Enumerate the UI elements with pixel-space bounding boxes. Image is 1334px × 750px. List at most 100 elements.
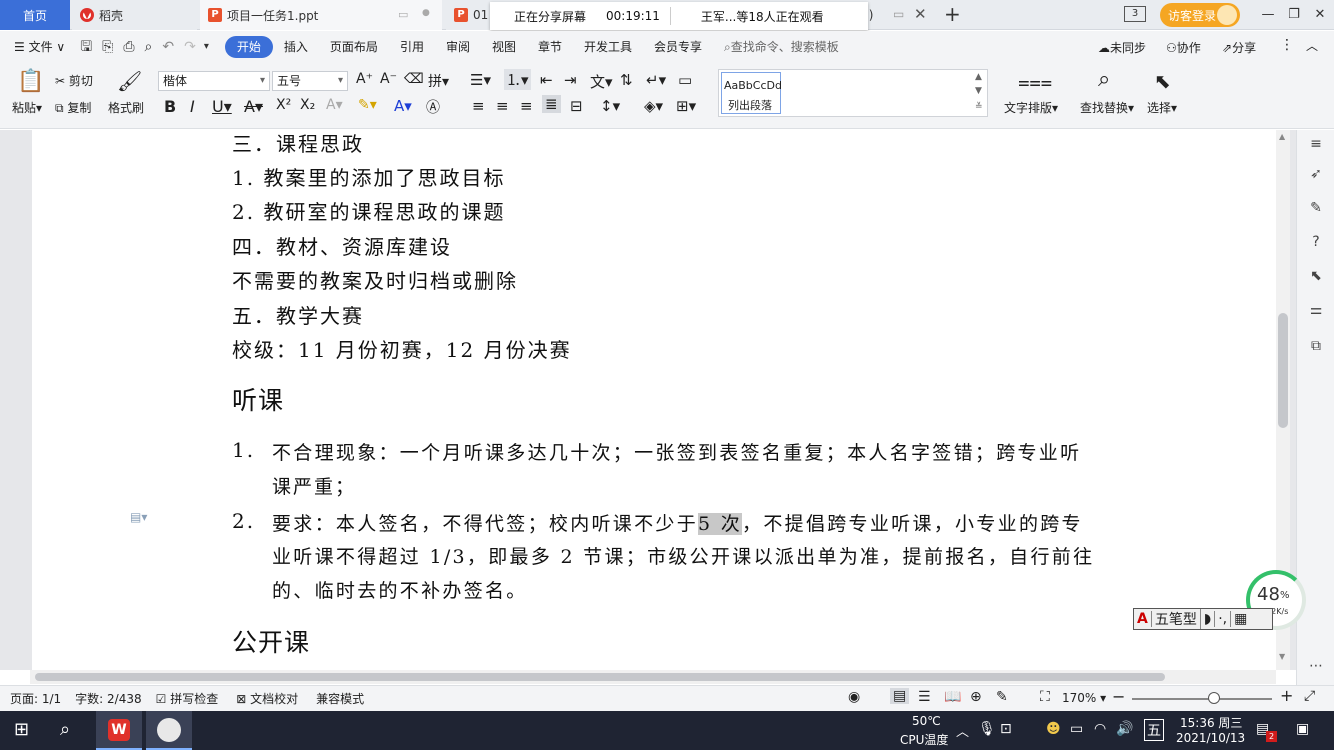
distribute-icon[interactable]: ⊟	[570, 97, 583, 115]
share-button[interactable]: ⇗分享	[1222, 39, 1256, 56]
line-spacing-icon[interactable]: ↕▾	[600, 97, 620, 115]
zoom-in-icon[interactable]: +	[1280, 686, 1293, 705]
tab-section[interactable]: 章节	[527, 36, 573, 58]
font-color-icon[interactable]: A▾	[394, 97, 412, 115]
cursor-icon[interactable]: ⬉	[1307, 268, 1325, 286]
vertical-scroll-thumb[interactable]	[1278, 313, 1288, 428]
more-icon[interactable]: ⋮	[1280, 37, 1294, 53]
font-family-select[interactable]: 楷体	[158, 71, 270, 91]
taskbar-ime-indicator[interactable]: 五	[1144, 719, 1164, 741]
scroll-up-icon[interactable]: ▲	[1279, 132, 1285, 141]
page-view-icon[interactable]: ▤	[890, 688, 910, 704]
increase-indent-icon[interactable]: ⇥	[564, 71, 577, 89]
collapse-ribbon-icon[interactable]: ︿	[1306, 37, 1318, 54]
shrink-font-icon[interactable]: A⁻	[380, 71, 397, 87]
tab-review[interactable]: 审阅	[435, 36, 481, 58]
tab-home[interactable]: 首页	[0, 0, 70, 30]
pin-icon[interactable]: ▭	[893, 7, 904, 21]
tab-member[interactable]: 会员专享	[643, 36, 713, 58]
pen-icon[interactable]: ✎	[1307, 200, 1325, 218]
align-left-icon[interactable]: ≡	[472, 97, 485, 115]
borders-icon[interactable]: ⊞▾	[676, 97, 696, 115]
find-icon[interactable]: ⌕	[1098, 67, 1110, 92]
spell-check-button[interactable]: ☑ 拼写检查	[156, 690, 219, 707]
wifi-icon[interactable]: ◠	[1094, 721, 1106, 737]
minimize-icon[interactable]: —	[1256, 4, 1280, 26]
word-count[interactable]: 字数: 2/438	[75, 690, 141, 707]
table-icon[interactable]: ▭	[678, 71, 692, 89]
text-layout-icon[interactable]: ⩶	[1018, 69, 1052, 93]
scroll-down-icon[interactable]: ▼	[1279, 652, 1285, 661]
cut-button[interactable]: ✂ 剪切	[55, 72, 93, 89]
file-menu[interactable]: ☰ 文件 ∨	[0, 36, 76, 58]
moon-icon[interactable]: ◗	[1201, 611, 1216, 627]
style-gallery[interactable]: AaBbCcDd 列出段落 ▲ ▼ ≚	[718, 69, 988, 117]
reading-view-icon[interactable]: 📖	[944, 689, 961, 705]
char-border-icon[interactable]: Ⓐ	[426, 97, 440, 117]
command-search[interactable]: ⌕查找命令、搜索模板	[713, 36, 850, 58]
window-count-icon[interactable]: 3	[1124, 6, 1146, 22]
more-options-icon[interactable]: ⋯	[1307, 658, 1325, 676]
show-marks-icon[interactable]: ↵▾	[646, 71, 666, 89]
font-size-select[interactable]: 五号	[272, 71, 348, 91]
tab-page-layout[interactable]: 页面布局	[319, 36, 389, 58]
text-layout-button[interactable]: 文字排版▾	[1004, 99, 1058, 116]
select-button[interactable]: 选择▾	[1147, 99, 1177, 116]
bold-icon[interactable]: B	[164, 97, 176, 116]
undo-icon[interactable]: ↶	[162, 38, 174, 56]
new-tab-icon[interactable]: +	[944, 2, 961, 26]
tab-developer[interactable]: 开发工具	[573, 36, 643, 58]
image-icon[interactable]: ⧉	[1307, 338, 1325, 356]
document-page[interactable]: 三．课程思政 1. 教案里的添加了思政目标 2. 教研室的课程思政的课题 四．教…	[32, 130, 1290, 670]
fullscreen-icon[interactable]: ⤢	[1304, 688, 1315, 704]
wps-taskbar-app[interactable]: W	[96, 711, 142, 750]
eye-icon[interactable]: ◉	[848, 689, 860, 705]
close-tab-icon[interactable]: ✕	[914, 5, 927, 23]
format-painter-icon[interactable]: 🖌	[117, 69, 142, 93]
style-more-icon[interactable]: ≚	[975, 102, 983, 112]
numbered-list-icon[interactable]: ⒈▾	[504, 69, 531, 90]
help-icon[interactable]: ?	[1307, 234, 1325, 252]
decrease-indent-icon[interactable]: ⇤	[540, 71, 553, 89]
collab-button[interactable]: ⚇协作	[1166, 39, 1201, 56]
text-effect-icon[interactable]: A▾	[326, 97, 343, 113]
tab-document[interactable]: P 项目一任务1.ppt ▭ ●	[200, 0, 442, 30]
tab-reference[interactable]: 引用	[389, 36, 435, 58]
battery-icon[interactable]: ▭	[1070, 721, 1083, 737]
proofread-button[interactable]: ⊠ 文档校对	[236, 690, 298, 707]
highlight-icon[interactable]: ✎▾	[358, 97, 377, 113]
meeting-taskbar-app[interactable]	[146, 711, 192, 750]
redo-icon[interactable]: ↷	[184, 38, 196, 56]
tab-view[interactable]: 视图	[481, 36, 527, 58]
microphone-icon[interactable]: 🎙	[978, 721, 996, 737]
justify-icon[interactable]: ≣	[542, 95, 561, 113]
style-list-paragraph[interactable]: AaBbCcDd 列出段落	[721, 72, 782, 114]
outline-view-icon[interactable]: ☰	[918, 689, 931, 705]
zoom-select[interactable]: 170% ▾	[1062, 691, 1106, 705]
find-replace-button[interactable]: 查找替换▾	[1080, 99, 1134, 116]
volume-icon[interactable]: 🔊	[1116, 721, 1133, 737]
page-indicator[interactable]: 页面: 1/1	[10, 690, 61, 707]
style-scroll-up-icon[interactable]: ▲	[975, 72, 982, 82]
print-preview-icon[interactable]: ⌕	[145, 38, 153, 56]
sliders-icon[interactable]: ⚌	[1307, 302, 1325, 320]
zoom-slider[interactable]	[1132, 692, 1272, 704]
underline-icon[interactable]: U▾	[212, 97, 232, 116]
fit-page-icon[interactable]: ⛶	[1040, 689, 1050, 705]
tray-app-icon[interactable]: ☻	[1046, 721, 1061, 737]
paste-button[interactable]: 粘贴▾	[12, 99, 42, 116]
strikethrough-icon[interactable]: A▾	[244, 97, 263, 116]
tab-document-2[interactable]: P 01	[446, 0, 492, 30]
web-view-icon[interactable]: ⊕	[970, 689, 982, 705]
windows-start-icon[interactable]: ⊞	[14, 719, 29, 740]
subscript-icon[interactable]: X₂	[300, 97, 315, 113]
superscript-icon[interactable]: X²	[276, 97, 291, 113]
align-right-icon[interactable]: ≡	[520, 97, 533, 115]
paragraph-handle-icon[interactable]: ▤▾	[130, 510, 147, 524]
save-icon[interactable]: 🖫	[80, 38, 92, 56]
keyboard-icon[interactable]: ▦	[1231, 611, 1250, 627]
action-center-icon[interactable]: ▣	[1296, 721, 1309, 737]
format-painter-button[interactable]: 格式刷	[108, 99, 144, 116]
clear-format-icon[interactable]: ⌫	[404, 71, 424, 87]
search-icon[interactable]: ⌕	[60, 719, 70, 740]
